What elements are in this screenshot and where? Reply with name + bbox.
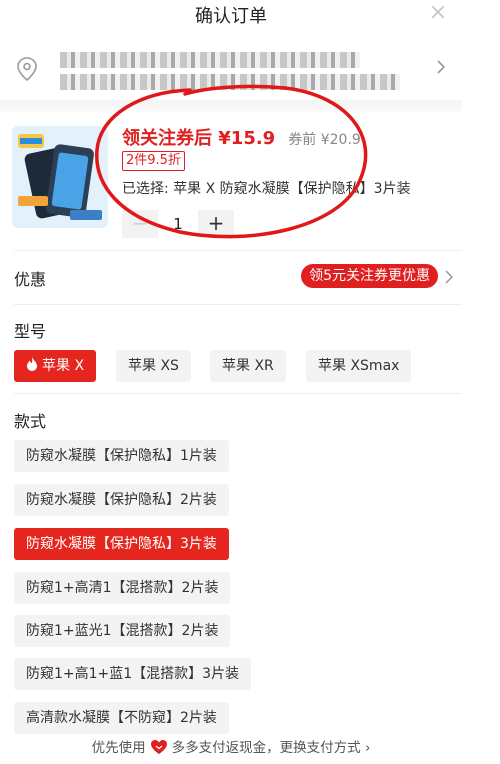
style-option-label: 防窥1+蓝光1【混搭款】2片装 — [26, 623, 219, 639]
style-option-label: 高清款水凝膜【不防窥】2片装 — [26, 710, 217, 726]
style-option[interactable]: 高清款水凝膜【不防窥】2片装 — [14, 702, 229, 734]
model-option-label: 苹果 XR — [222, 358, 274, 374]
footer-arrow: › — [364, 740, 371, 756]
model-option[interactable]: 苹果 X — [14, 350, 97, 382]
increase-button[interactable]: + — [198, 210, 234, 238]
style-option-label: 防窥水凝膜【保护隐私】1片装 — [26, 448, 217, 464]
coupon-button[interactable]: 领5元关注券更优惠 — [301, 264, 438, 288]
flame-icon — [27, 357, 37, 371]
address-redacted — [60, 52, 360, 68]
style-option-label: 防窥1+高清1【混搭款】2片装 — [26, 580, 219, 596]
style-option-label: 防窥水凝膜【保护隐私】2片装 — [26, 492, 217, 508]
model-option-label: 苹果 XS — [128, 358, 179, 374]
product-card: 领关注券后 ¥15.9 券前 ¥20.9 2件9.5折 已选择: 苹果 X 防窥… — [0, 112, 462, 247]
model-option[interactable]: 苹果 XS — [116, 350, 191, 382]
address-redacted — [60, 74, 400, 90]
payment-footer[interactable]: 优先使用 多多支付返现金，更换支付方式 › — [0, 736, 462, 764]
divider — [14, 304, 462, 305]
style-label: 款式 — [14, 412, 47, 431]
page-title: 确认订单 — [195, 6, 267, 27]
promo-tag: 2件9.5折 — [122, 151, 185, 171]
product-thumbnail — [12, 126, 108, 228]
original-price: 券前 ¥20.9 — [288, 132, 361, 148]
quantity-value[interactable]: 1 — [160, 210, 196, 238]
coupon-price: 领关注券后 ¥15.9 — [122, 128, 276, 149]
address-row[interactable] — [0, 34, 462, 100]
location-pin-icon — [17, 57, 37, 82]
divider — [14, 250, 462, 251]
heart-icon — [150, 740, 167, 754]
style-option[interactable]: 防窥水凝膜【保护隐私】2片装 — [14, 484, 229, 516]
footer-text-after[interactable]: 多多支付返现金，更换支付方式 — [172, 740, 361, 756]
style-option[interactable]: 防窥1+高1+蓝1【混搭款】3片装 — [14, 658, 252, 690]
section-divider — [0, 100, 462, 112]
right-margin — [462, 0, 500, 764]
style-option[interactable]: 防窥1+高清1【混搭款】2片装 — [14, 572, 231, 604]
chevron-right-icon — [437, 60, 446, 74]
model-option-label: 苹果 XSmax — [318, 358, 400, 374]
header: 确认订单 × — [0, 0, 462, 30]
divider — [14, 393, 462, 394]
discount-row[interactable]: 优惠 领5元关注券更优惠 — [0, 262, 462, 294]
selected-spec: 已选择: 苹果 X 防窥水凝膜【保护隐私】3片装 — [122, 181, 411, 197]
discount-label: 优惠 — [14, 270, 47, 289]
footer-text-before: 优先使用 — [91, 740, 146, 756]
order-confirm-sheet: 确认订单 × 领关注券后 ¥15.9 券前 ¥20.9 2件9.5折 已选择: … — [0, 0, 462, 764]
decrease-button[interactable]: − — [122, 210, 158, 238]
close-icon[interactable]: × — [426, 2, 450, 26]
style-option[interactable]: 防窥1+蓝光1【混搭款】2片装 — [14, 615, 231, 647]
style-option[interactable]: 防窥水凝膜【保护隐私】3片装 — [14, 528, 229, 560]
price-line: 领关注券后 ¥15.9 券前 ¥20.9 — [122, 124, 361, 150]
chevron-right-icon — [445, 270, 454, 284]
model-option-label: 苹果 X — [42, 358, 85, 374]
model-option[interactable]: 苹果 XSmax — [306, 350, 412, 382]
style-option-label: 防窥水凝膜【保护隐私】3片装 — [26, 536, 217, 552]
model-label: 型号 — [14, 322, 47, 341]
model-option[interactable]: 苹果 XR — [210, 350, 286, 382]
style-option[interactable]: 防窥水凝膜【保护隐私】1片装 — [14, 440, 229, 472]
style-option-label: 防窥1+高1+蓝1【混搭款】3片装 — [26, 666, 240, 682]
